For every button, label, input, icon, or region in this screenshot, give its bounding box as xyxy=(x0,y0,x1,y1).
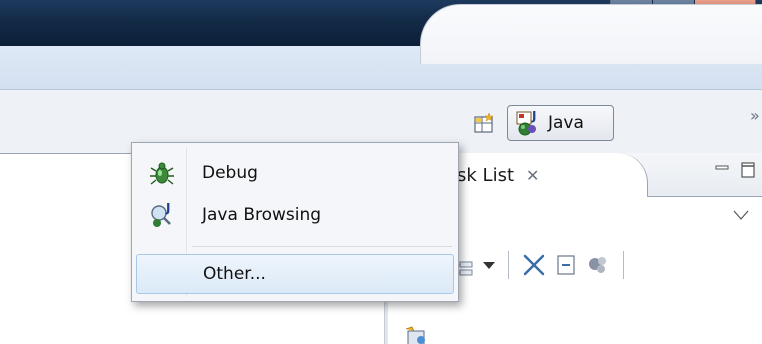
open-perspective-icon xyxy=(474,112,494,133)
menu-item-debug[interactable]: Debug xyxy=(136,153,454,193)
close-tab-icon[interactable]: ✕ xyxy=(526,166,539,185)
perspective-popup-menu: Debug J Java Browsing Other... xyxy=(131,142,459,302)
menu-item-label: Java Browsing xyxy=(202,205,322,225)
collapse-all-icon[interactable] xyxy=(553,252,579,278)
svg-text:J: J xyxy=(165,201,170,215)
group-icon[interactable] xyxy=(585,252,611,278)
java-perspective-icon: J xyxy=(516,109,536,136)
menu-item-label: Other... xyxy=(203,264,266,284)
open-perspective-button[interactable] xyxy=(472,112,498,134)
java-browsing-icon: J xyxy=(136,201,188,229)
perspective-switcher xyxy=(420,4,762,64)
java-perspective-button[interactable]: J Java xyxy=(507,105,614,141)
menu-item-java-browsing[interactable]: J Java Browsing xyxy=(136,195,454,235)
tab-task-list[interactable]: ask List ✕ xyxy=(438,153,648,197)
remove-icon[interactable] xyxy=(521,252,547,278)
java-perspective-label: Java xyxy=(548,113,584,133)
view-menu-chevron-down-icon[interactable] xyxy=(732,209,750,221)
dropdown-arrow-icon-2[interactable] xyxy=(482,259,496,271)
menu-item-other[interactable]: Other... xyxy=(136,254,454,294)
toolbar-separator xyxy=(508,251,509,279)
debug-bug-icon xyxy=(136,160,188,186)
more-perspectives-chevron[interactable]: » xyxy=(750,106,760,125)
task-repository-icon xyxy=(405,326,425,344)
menu-item-label: Debug xyxy=(202,163,258,183)
minimize-view-icon[interactable] xyxy=(714,163,730,177)
maximize-view-icon[interactable] xyxy=(740,161,756,179)
svg-text:J: J xyxy=(531,109,536,123)
menu-divider xyxy=(192,246,452,247)
view-controls xyxy=(714,161,756,179)
toolbar-separator-2 xyxy=(623,251,624,279)
